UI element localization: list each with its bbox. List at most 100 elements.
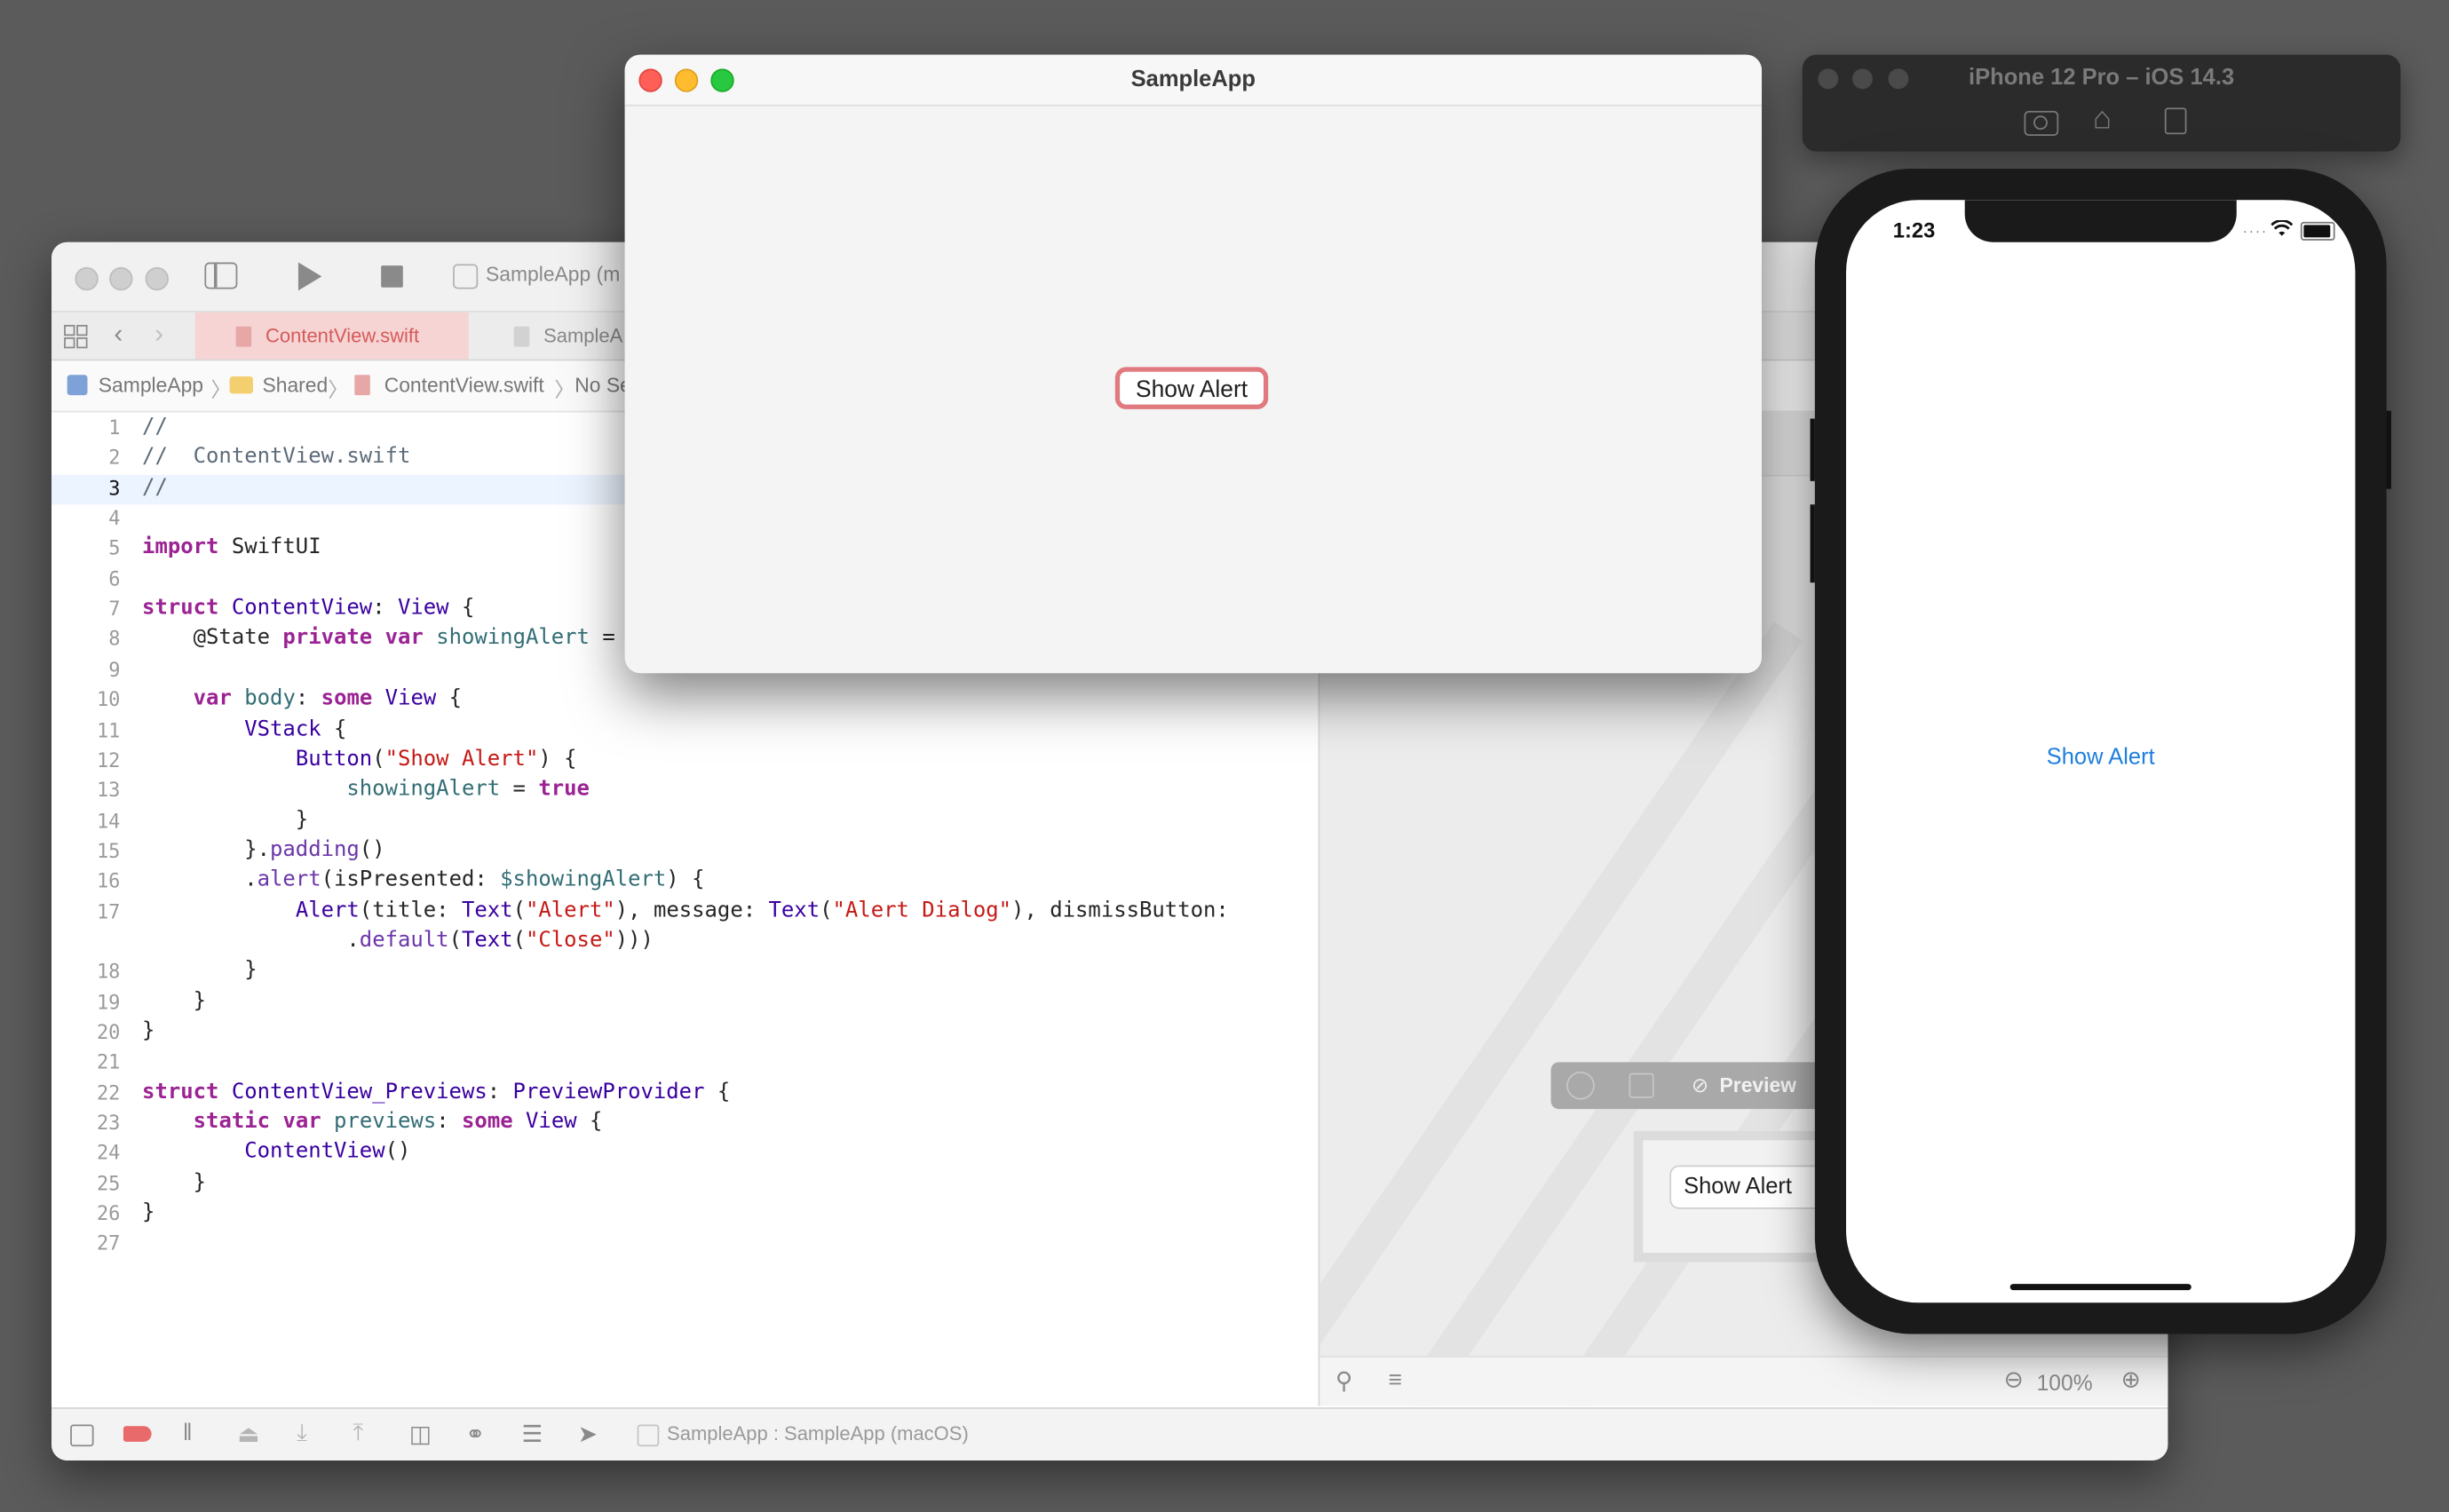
code-line[interactable]: // ContentView.swift: [142, 444, 410, 469]
line-number: 12: [96, 748, 121, 772]
grid-icon[interactable]: [64, 324, 88, 349]
tab-label: SampleA: [543, 324, 623, 347]
notch: [1964, 200, 2237, 242]
line-number: 2: [108, 446, 121, 470]
view-debugger-icon[interactable]: ◫: [409, 1420, 432, 1448]
forward-arrow-icon[interactable]: ›: [155, 319, 163, 350]
wifi-icon: [2271, 220, 2294, 236]
line-number: 24: [96, 1140, 121, 1165]
zoom-button[interactable]: [710, 68, 734, 92]
code-line[interactable]: Button("Show Alert") {: [142, 747, 577, 772]
zoom-in-icon[interactable]: ⊕: [2121, 1366, 2141, 1393]
sidebar-toggle-icon[interactable]: [204, 262, 238, 289]
line-number: 26: [96, 1201, 121, 1225]
line-number: 5: [108, 536, 121, 560]
code-line[interactable]: var body: some View {: [142, 686, 462, 711]
step-over-icon[interactable]: ⏏: [237, 1420, 259, 1448]
preview-settings-icon[interactable]: ⊘: [1692, 1073, 1708, 1098]
button-label: Show Alert: [1135, 376, 1248, 403]
line-number: 16: [96, 868, 121, 893]
ios-show-alert-button[interactable]: Show Alert: [1846, 745, 2355, 770]
window-titlebar[interactable]: SampleApp: [624, 54, 1763, 107]
code-line[interactable]: static var previews: some View {: [142, 1109, 603, 1134]
line-number: 17: [96, 898, 121, 923]
minimize-button-inactive[interactable]: [109, 266, 133, 291]
close-button[interactable]: [638, 68, 662, 92]
debug-bar: ‖ ⏏ ⤓ ⤒ ◫ ⚭ ☰ ➤ SampleApp : SampleApp (m…: [52, 1407, 2168, 1461]
swift-file-icon: [235, 326, 252, 347]
code-line[interactable]: showingAlert = true: [142, 777, 590, 802]
code-line[interactable]: //: [142, 414, 168, 439]
line-number: 6: [108, 566, 121, 590]
line-number: 21: [96, 1049, 121, 1074]
live-preview-icon[interactable]: [1566, 1071, 1595, 1100]
code-line[interactable]: }: [142, 958, 257, 983]
iphone-screen: 1:23 ···· Show Alert: [1846, 200, 2356, 1303]
code-line[interactable]: }.padding(): [142, 837, 384, 862]
breadcrumb-item[interactable]: Shared: [262, 373, 328, 396]
target-app-icon: [637, 1424, 660, 1447]
line-number: 25: [96, 1171, 121, 1195]
code-line[interactable]: ContentView(): [142, 1139, 410, 1164]
code-line[interactable]: }: [142, 1169, 206, 1194]
screenshot-icon[interactable]: [2024, 110, 2059, 137]
project-icon: [67, 375, 88, 396]
preview-show-alert-button[interactable]: Show Alert: [1671, 1167, 1827, 1207]
stop-icon[interactable]: [381, 265, 403, 288]
environment-overrides-icon[interactable]: ☰: [521, 1420, 543, 1448]
code-line[interactable]: import SwiftUI: [142, 534, 321, 559]
code-line[interactable]: struct ContentView: View {: [142, 595, 474, 620]
simulator-titlebar: iPhone 12 Pro – iOS 14.3 ⌂: [1802, 54, 2401, 152]
tab-contentview-swift[interactable]: ContentView.swift: [194, 312, 469, 360]
hide-debug-area-icon[interactable]: [70, 1424, 94, 1447]
pause-icon[interactable]: ‖: [183, 1420, 193, 1446]
pin-icon[interactable]: ⚲: [1335, 1366, 1352, 1395]
scheme-selector[interactable]: SampleApp (m: [486, 263, 620, 286]
swift-file-icon: [513, 326, 530, 347]
code-line[interactable]: }: [142, 1199, 155, 1224]
swift-file-icon: [354, 375, 370, 396]
minimize-button[interactable]: [674, 68, 699, 92]
code-line[interactable]: VStack {: [142, 716, 346, 741]
tab-label: ContentView.swift: [266, 324, 420, 347]
zoom-out-icon[interactable]: ⊖: [2004, 1366, 2024, 1393]
tab-sampleapp[interactable]: SampleA: [470, 313, 626, 360]
breadcrumb-item[interactable]: No Se: [575, 373, 631, 396]
line-number: 7: [108, 597, 121, 621]
rotate-icon[interactable]: [2164, 107, 2187, 135]
close-button-inactive[interactable]: [75, 266, 99, 291]
canvas-bottom-bar: ⚲ ≡ ⊖ 100% ⊕: [1320, 1356, 2168, 1406]
zoom-button-inactive[interactable]: [145, 266, 169, 291]
adjust-icon[interactable]: ≡: [1389, 1366, 1402, 1393]
line-number: 15: [96, 838, 121, 862]
code-line[interactable]: Alert(title: Text("Alert"), message: Tex…: [142, 898, 1229, 922]
code-line[interactable]: }: [142, 988, 206, 1013]
show-alert-button[interactable]: Show Alert: [1114, 367, 1269, 409]
line-number: 23: [96, 1110, 121, 1135]
line-number: 9: [108, 657, 121, 681]
step-out-icon[interactable]: ⤒: [353, 1420, 364, 1446]
code-line[interactable]: }: [142, 1018, 155, 1043]
code-line[interactable]: }: [142, 807, 308, 832]
line-number: 10: [96, 687, 121, 711]
breadcrumb-item[interactable]: SampleApp: [99, 373, 203, 396]
code-line[interactable]: //: [142, 474, 168, 499]
step-into-icon[interactable]: ⤓: [297, 1420, 307, 1446]
device-preview-icon[interactable]: [1629, 1073, 1654, 1098]
memory-graph-icon[interactable]: ⚭: [465, 1420, 485, 1448]
home-icon[interactable]: ⌂: [2093, 101, 2112, 137]
window-title: SampleApp: [1130, 67, 1256, 92]
code-line[interactable]: .default(Text("Close"))): [142, 928, 654, 953]
breakpoint-icon[interactable]: [123, 1426, 152, 1442]
line-number: 3: [108, 476, 121, 500]
code-line[interactable]: struct ContentView_Previews: PreviewProv…: [142, 1079, 730, 1104]
code-line[interactable]: @State private var showingAlert =: [142, 625, 615, 650]
location-icon[interactable]: ➤: [578, 1420, 598, 1448]
run-icon[interactable]: [297, 262, 322, 291]
line-number: 13: [96, 778, 121, 802]
breadcrumb-item[interactable]: ContentView.swift: [384, 373, 544, 396]
back-arrow-icon[interactable]: ‹: [114, 319, 123, 350]
code-line[interactable]: .alert(isPresented: $showingAlert) {: [142, 867, 704, 892]
home-indicator[interactable]: [2009, 1284, 2191, 1291]
line-number: 19: [96, 989, 121, 1014]
